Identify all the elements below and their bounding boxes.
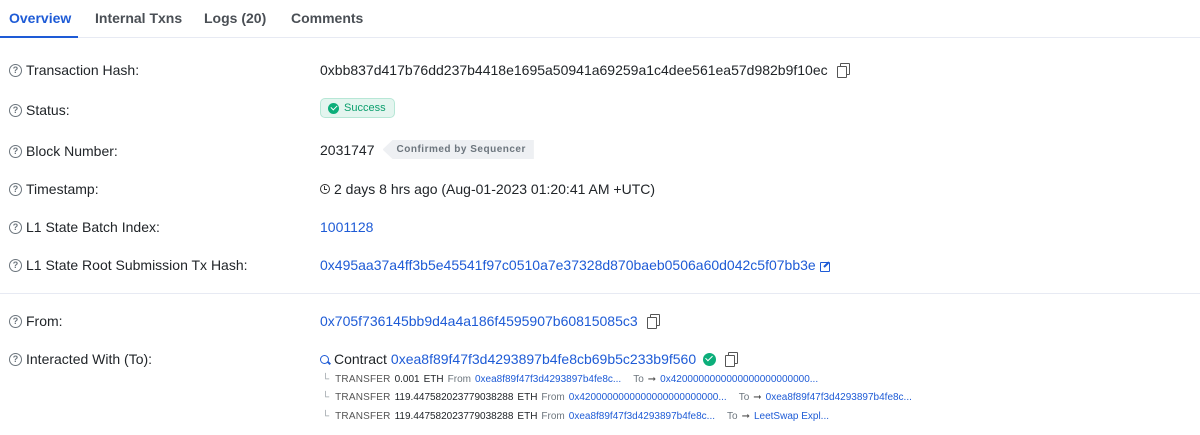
contract-address-link[interactable]: 0xea8f89f47f3d4293897b4fe8cb69b5c233b9f5… [391, 351, 696, 367]
batch-index-label-group: ? L1 State Batch Index: [9, 219, 160, 235]
block-label: Block Number: [26, 143, 118, 159]
batch-index-label: L1 State Batch Index: [26, 219, 160, 235]
external-link-icon[interactable] [819, 260, 831, 272]
copy-icon[interactable] [725, 352, 739, 367]
clock-icon [320, 184, 330, 194]
contract-prefix: Contract [334, 351, 387, 367]
question-icon[interactable]: ? [9, 352, 22, 366]
question-icon[interactable]: ? [9, 258, 22, 272]
transfer-row: └ TRANSFER 0.001 ETH From 0xea8f89f47f3d… [322, 374, 818, 385]
transfer-unit: ETH [517, 392, 538, 403]
status-badge-text: Success [344, 102, 386, 114]
root-submission-link[interactable]: 0x495aa37a4ff3b5e45541f97c0510a7e37328d8… [320, 257, 816, 273]
transfer-kind: TRANSFER [335, 392, 391, 403]
transfer-row: └ TRANSFER 119.447582023779038288 ETH Fr… [322, 392, 912, 403]
arrow-right-icon: ➞ [753, 392, 762, 403]
transfer-from-label: From [541, 392, 565, 403]
arrow-right-icon: ➞ [741, 411, 750, 422]
block-value-group: 2031747 Confirmed by Sequencer [320, 140, 534, 159]
tx-hash-value-group: 0xbb837d417b76dd237b4418e1695a50941a6925… [320, 62, 851, 78]
root-submission-label: L1 State Root Submission Tx Hash: [26, 257, 248, 273]
status-badge: Success [320, 98, 395, 118]
transfer-to-link[interactable]: 0x4200000000000000000000000... [660, 374, 818, 385]
copy-icon[interactable] [836, 63, 851, 78]
tx-hash-label-group: ? Transaction Hash: [9, 62, 139, 78]
transfer-from-link[interactable]: 0xea8f89f47f3d4293897b4fe8c... [569, 411, 715, 422]
elbow-glyph: └ [322, 411, 330, 422]
transfer-to-label: To [738, 392, 750, 403]
block-number-value: 2031747 [320, 141, 375, 158]
transfer-to-link[interactable]: LeetSwap Expl... [754, 411, 829, 422]
root-submission-label-group: ? L1 State Root Submission Tx Hash: [9, 257, 248, 273]
transfer-to-label: To [633, 374, 644, 385]
tab-bar: Overview Internal Txns Logs (20) Comment… [0, 0, 1200, 38]
active-tab-indicator [0, 36, 78, 38]
verified-icon [703, 352, 717, 366]
search-icon [320, 354, 329, 364]
tab-overview[interactable]: Overview [9, 10, 71, 26]
section-divider [0, 293, 1200, 294]
question-icon[interactable]: ? [9, 314, 22, 328]
tab-comments[interactable]: Comments [291, 10, 363, 26]
batch-index-link[interactable]: 1001128 [320, 219, 373, 235]
transfer-from-label: From [447, 374, 471, 385]
transfer-from-link[interactable]: 0xea8f89f47f3d4293897b4fe8c... [475, 374, 621, 385]
interacted-label-group: ? Interacted With (To): [9, 351, 152, 367]
interacted-value-group: Contract 0xea8f89f47f3d4293897b4fe8cb69b… [320, 351, 739, 367]
elbow-glyph: └ [322, 374, 330, 385]
question-icon[interactable]: ? [9, 182, 22, 196]
block-label-group: ? Block Number: [9, 143, 118, 159]
transfer-unit: ETH [423, 374, 444, 385]
status-value-group: Success [320, 98, 395, 118]
check-circle-icon [328, 102, 339, 114]
transfer-to-link[interactable]: 0xea8f89f47f3d4293897b4fe8c... [766, 392, 912, 403]
timestamp-label: Timestamp: [26, 181, 99, 197]
question-icon[interactable]: ? [9, 63, 22, 77]
question-icon[interactable]: ? [9, 220, 22, 234]
transfer-from-link[interactable]: 0x4200000000000000000000000... [569, 392, 727, 403]
tx-hash-label: Transaction Hash: [26, 62, 140, 78]
status-label: Status: [26, 102, 70, 118]
tab-internal-txns[interactable]: Internal Txns [95, 10, 182, 26]
transfer-amount: 0.001 [394, 374, 420, 385]
question-icon[interactable]: ? [9, 144, 22, 158]
transfer-amount: 119.447582023779038288 [394, 392, 514, 403]
status-label-group: ? Status: [9, 102, 70, 118]
root-submission-value-group: 0x495aa37a4ff3b5e45541f97c0510a7e37328d8… [320, 257, 831, 273]
batch-index-value-group: 1001128 [320, 219, 373, 235]
transfer-row: └ TRANSFER 119.447582023779038288 ETH Fr… [322, 411, 829, 422]
from-value-group: 0x705f736145bb9d4a4a186f4595907b60815085… [320, 313, 661, 329]
from-address-link[interactable]: 0x705f736145bb9d4a4a186f4595907b60815085… [320, 313, 638, 329]
from-label: From: [26, 313, 63, 329]
transfer-unit: ETH [517, 411, 538, 422]
transfer-from-label: From [541, 411, 565, 422]
tab-logs[interactable]: Logs (20) [204, 10, 266, 26]
elbow-glyph: └ [322, 392, 330, 403]
confirmed-by-sequencer-tag: Confirmed by Sequencer [382, 140, 534, 159]
transfer-kind: TRANSFER [335, 374, 391, 385]
copy-icon[interactable] [646, 314, 661, 329]
tx-hash-value: 0xbb837d417b76dd237b4418e1695a50941a6925… [320, 62, 828, 78]
from-label-group: ? From: [9, 313, 63, 329]
interacted-label: Interacted With (To): [26, 351, 153, 367]
timestamp-value-group: 2 days 8 hrs ago (Aug-01-2023 01:20:41 A… [320, 181, 655, 197]
timestamp-value: 2 days 8 hrs ago (Aug-01-2023 01:20:41 A… [334, 181, 656, 197]
transfer-amount: 119.447582023779038288 [394, 411, 514, 422]
transfer-to-label: To [727, 411, 738, 422]
transfer-kind: TRANSFER [335, 411, 391, 422]
timestamp-label-group: ? Timestamp: [9, 181, 99, 197]
question-icon[interactable]: ? [9, 103, 22, 117]
arrow-right-icon: ➞ [647, 374, 657, 385]
